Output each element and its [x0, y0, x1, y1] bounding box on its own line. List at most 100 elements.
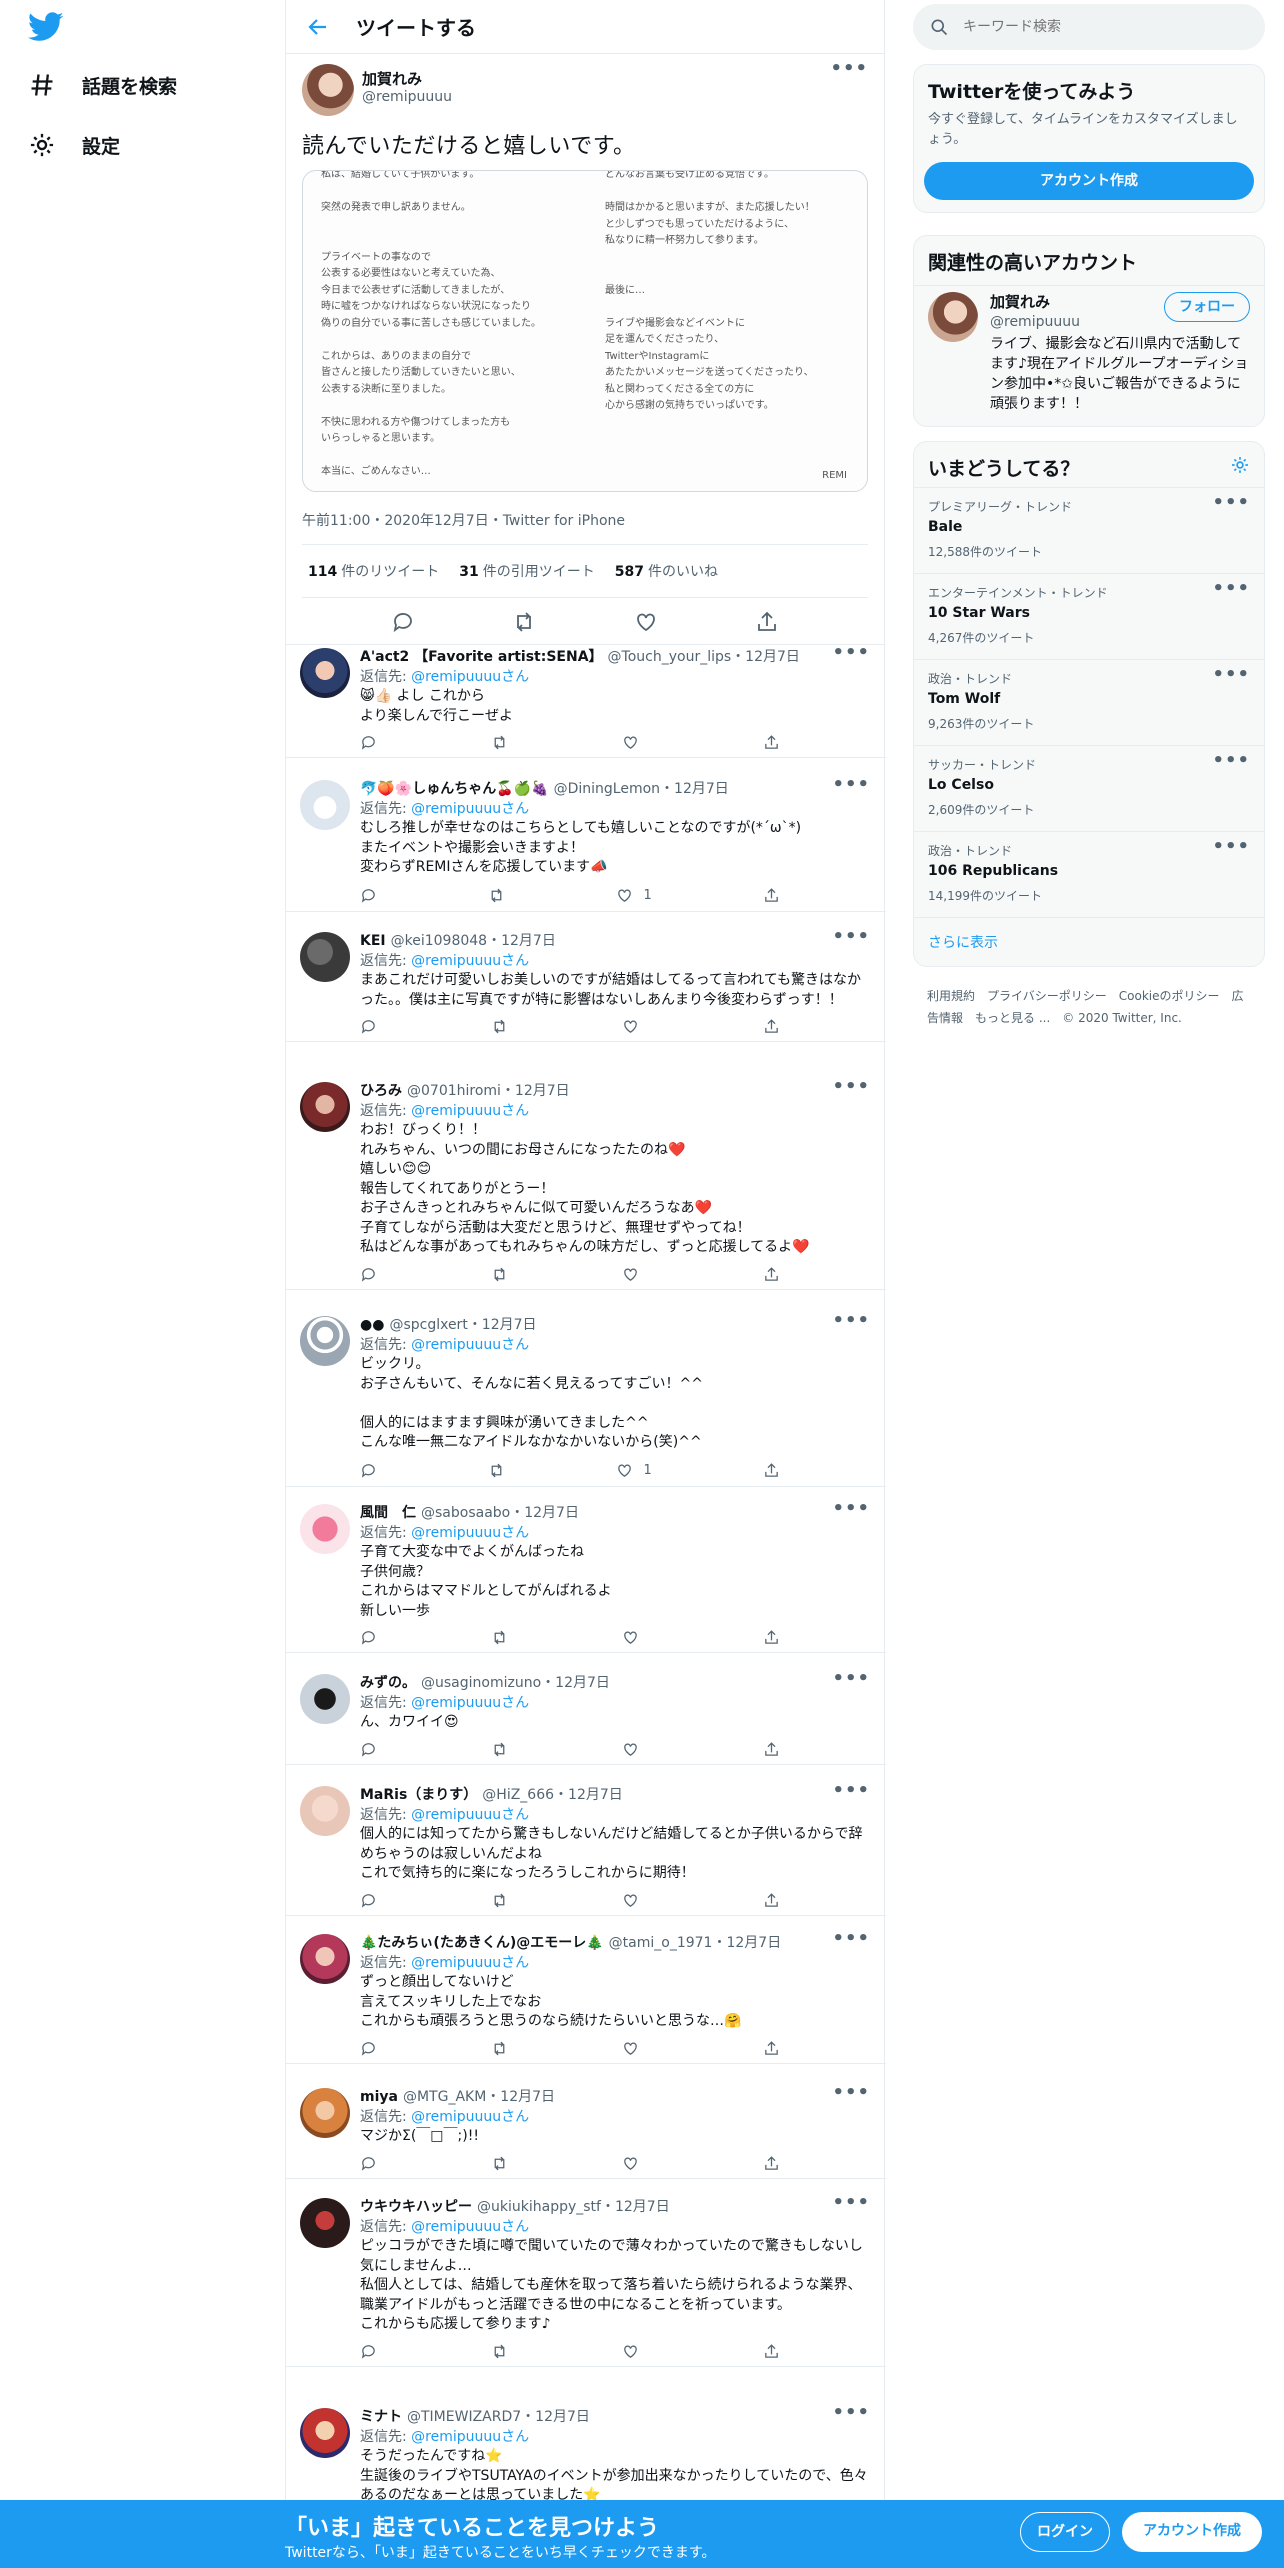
more-options-icon[interactable]: ••• [826, 780, 870, 800]
gear-icon[interactable] [1230, 455, 1250, 475]
replying-to-handle[interactable]: @remipuuuuさん [411, 1525, 529, 1541]
signup-button[interactable]: アカウント作成 [1122, 2512, 1262, 2552]
reply-icon[interactable] [360, 887, 377, 904]
avatar[interactable] [302, 64, 354, 116]
avatar[interactable] [300, 1934, 350, 1984]
more-options-icon[interactable]: ••• [826, 1786, 870, 1806]
more-options-icon[interactable]: ••• [1212, 752, 1250, 770]
more-options-icon[interactable]: ••• [826, 1674, 870, 1694]
related-handle[interactable]: @remipuuuu [990, 312, 1080, 332]
more-options-icon[interactable]: ••• [1212, 666, 1250, 684]
retweet-icon[interactable] [491, 1892, 508, 1909]
reply-author-name[interactable]: KEI [360, 932, 386, 952]
like-icon[interactable] [622, 1741, 639, 1758]
replying-to-handle[interactable]: @remipuuuuさん [411, 1695, 529, 1711]
retweet-icon[interactable] [491, 2040, 508, 2057]
reply-date[interactable]: ・12月7日 [510, 1504, 579, 1524]
replying-to-handle[interactable]: @remipuuuuさん [411, 1955, 529, 1971]
nav-settings[interactable]: 設定 [28, 120, 120, 170]
reply-tweet[interactable]: KEI @kei1098048 ・12月7日 ••• 返信先: @remipuu… [286, 922, 886, 1042]
reply-tweet[interactable]: ウキウキハッピー @ukiukihappy_stf ・12月7日 ••• 返信先… [286, 2188, 886, 2367]
replying-to-handle[interactable]: @remipuuuuさん [411, 1337, 529, 1353]
like-icon[interactable] [622, 2040, 639, 2057]
reply-date[interactable]: ・12月7日 [660, 780, 729, 800]
show-more-link[interactable]: さらに表示 [914, 917, 1264, 966]
trend-item[interactable]: 政治・トレンド Tom Wolf 9,263件のツイート ••• [914, 659, 1264, 745]
like-icon[interactable] [622, 1266, 639, 1283]
reply-icon[interactable] [360, 2040, 377, 2057]
share-icon[interactable] [763, 734, 780, 751]
reply-date[interactable]: ・12月7日 [486, 2088, 555, 2108]
footer-link[interactable]: もっと見る ... [975, 1011, 1050, 1025]
trend-item[interactable]: サッカー・トレンド Lo Celso 2,609件のツイート ••• [914, 745, 1264, 831]
like-icon[interactable] [616, 1462, 633, 1479]
avatar[interactable] [300, 1504, 350, 1554]
replying-to-handle[interactable]: @remipuuuuさん [411, 2429, 529, 2445]
footer-link[interactable]: Cookieのポリシー [1119, 989, 1220, 1003]
reply-date[interactable]: ・12月7日 [712, 1934, 781, 1954]
reply-tweet[interactable]: 🎄たみちぃ(たあきくん)@エモーレ🎄 @tami_o_1971 ・12月7日 •… [286, 1924, 886, 2064]
reply-icon[interactable] [360, 1018, 377, 1035]
author-name[interactable]: 加賀れみ [362, 68, 452, 89]
reply-icon[interactable] [391, 610, 415, 634]
more-options-icon[interactable]: ••• [1212, 494, 1250, 512]
retweet-icon[interactable] [491, 1741, 508, 1758]
back-arrow-icon[interactable] [306, 15, 330, 39]
trend-item[interactable]: プレミアリーグ・トレンド Bale 12,588件のツイート ••• [914, 487, 1264, 573]
reply-author-name[interactable]: ひろみ [360, 1082, 402, 1102]
share-icon[interactable] [763, 1266, 780, 1283]
reply-date[interactable]: ・12月7日 [731, 648, 800, 668]
more-options-icon[interactable]: ••• [826, 648, 870, 668]
replying-to-handle[interactable]: @remipuuuuさん [411, 1103, 529, 1119]
avatar[interactable] [300, 2088, 350, 2138]
avatar[interactable] [300, 1674, 350, 1724]
reply-author-handle[interactable]: @Touch_your_lips [608, 648, 732, 668]
reply-date[interactable]: ・12月7日 [521, 2408, 590, 2428]
reply-icon[interactable] [360, 2155, 377, 2172]
nav-explore[interactable]: 話題を検索 [28, 60, 177, 110]
retweet-icon[interactable] [488, 1462, 505, 1479]
search-input[interactable] [963, 19, 1203, 35]
like-icon[interactable] [622, 1892, 639, 1909]
reply-tweet[interactable]: ●● @spcglxert ・12月7日 ••• 返信先: @remipuuuu… [286, 1306, 886, 1487]
avatar[interactable] [300, 1082, 350, 1132]
reply-author-handle[interactable]: @HiZ_666 [482, 1786, 554, 1806]
share-icon[interactable] [763, 1892, 780, 1909]
twitter-logo-icon[interactable] [28, 12, 64, 42]
like-count[interactable]: 587 件のいいね [615, 561, 718, 581]
reply-icon[interactable] [360, 1462, 377, 1479]
login-button[interactable]: ログイン [1020, 2512, 1110, 2552]
reply-icon[interactable] [360, 1629, 377, 1646]
reply-author-handle[interactable]: @ukiukihappy_stf [477, 2198, 601, 2218]
reply-tweet[interactable]: みずの。 @usaginomizuno ・12月7日 ••• 返信先: @rem… [286, 1664, 886, 1765]
share-icon[interactable] [763, 2343, 780, 2360]
reply-tweet[interactable]: ひろみ @0701hiromi ・12月7日 ••• 返信先: @remipuu… [286, 1072, 886, 1290]
reply-author-name[interactable]: 風間 仁 [360, 1504, 416, 1524]
reply-date[interactable]: ・12月7日 [487, 932, 556, 952]
reply-tweet[interactable]: A'act2 【Favorite artist:SENA】 @Touch_you… [286, 638, 886, 758]
more-options-icon[interactable]: ••• [826, 1082, 870, 1102]
reply-tweet[interactable]: 風間 仁 @sabosaabo ・12月7日 ••• 返信先: @remipuu… [286, 1494, 886, 1653]
reply-tweet[interactable]: miya @MTG_AKM ・12月7日 ••• 返信先: @remipuuuu… [286, 2078, 886, 2179]
reply-author-handle[interactable]: @kei1098048 [391, 932, 487, 952]
tweet-image[interactable]: 私は、結婚していて子供がいます。 突然の発表で申し訳ありません。 プライベートの… [302, 170, 868, 492]
related-name[interactable]: 加賀れみ [990, 292, 1080, 312]
replying-to-handle[interactable]: @remipuuuuさん [411, 801, 529, 817]
trend-item[interactable]: 政治・トレンド 106 Republicans 14,199件のツイート ••• [914, 831, 1264, 917]
more-options-icon[interactable]: ••• [826, 932, 870, 952]
reply-author-name[interactable]: MaRis（まりす） [360, 1786, 477, 1806]
retweet-icon[interactable] [491, 1266, 508, 1283]
author-handle[interactable]: @remipuuuu [362, 89, 452, 105]
reply-date[interactable]: ・12月7日 [501, 1082, 570, 1102]
footer-link[interactable]: プライバシーポリシー [987, 989, 1107, 1003]
like-icon[interactable] [622, 2343, 639, 2360]
avatar[interactable] [300, 2408, 350, 2458]
retweet-icon[interactable] [491, 734, 508, 751]
more-options-icon[interactable]: ••• [1212, 838, 1250, 856]
more-options-icon[interactable]: ••• [826, 1934, 870, 1954]
search-box[interactable] [913, 4, 1265, 50]
avatar[interactable] [300, 780, 350, 830]
avatar[interactable] [300, 1316, 350, 1366]
reply-date[interactable]: ・12月7日 [468, 1316, 537, 1336]
reply-author-name[interactable]: ミナト [360, 2408, 402, 2428]
